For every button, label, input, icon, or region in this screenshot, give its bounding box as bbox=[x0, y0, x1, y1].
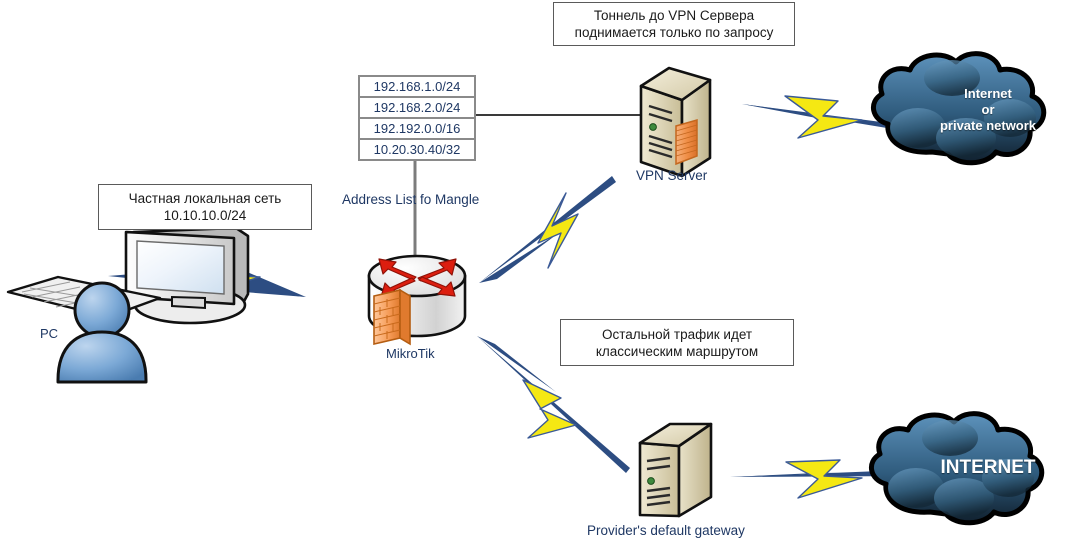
address-list-row: 192.168.1.0/24 bbox=[360, 77, 474, 98]
note-rest-line-1: Остальной трафик идет bbox=[601, 326, 753, 342]
cloud-top-line-2: or bbox=[981, 102, 995, 117]
note-private-lan: Частная локальная сеть 10.10.10.0/24 bbox=[98, 184, 312, 230]
note-rest-line-2: классическим маршрутом bbox=[595, 343, 759, 359]
pc-label: PC bbox=[40, 326, 59, 341]
vpn-server-label: VPN Server bbox=[636, 168, 708, 183]
cloud-bottom-caption: INTERNET bbox=[913, 457, 1063, 478]
mikrotik-router-icon bbox=[367, 254, 467, 346]
cloud-top-caption: Internet or private network bbox=[913, 86, 1063, 134]
note-lan-line-2: 10.10.10.0/24 bbox=[163, 208, 247, 223]
note-vpn-line-1: Тоннель до VPN Сервера bbox=[593, 8, 755, 23]
address-list-row: 10.20.30.40/32 bbox=[373, 142, 461, 157]
provider-gateway-label: Provider's default gateway bbox=[587, 523, 745, 538]
note-lan-line-1: Частная локальная сеть bbox=[128, 191, 282, 206]
address-list-label: Address List fo Mangle bbox=[342, 192, 480, 207]
address-list-row: 192.168.2.0/24 bbox=[360, 98, 474, 119]
address-list-table: 192.168.1.0/24 192.168.2.0/24 192.192.0.… bbox=[358, 75, 476, 161]
cloud-top-line-1: Internet bbox=[964, 86, 1012, 101]
vpn-server-icon bbox=[639, 66, 712, 178]
link-router-to-vpnserver bbox=[479, 176, 616, 283]
cloud-top-line-3: private network bbox=[939, 118, 1037, 133]
address-list-row: 192.192.0.0/16 bbox=[360, 119, 474, 140]
provider-gateway-server-icon bbox=[638, 422, 713, 518]
note-vpn-line-2: поднимается только по запросу bbox=[574, 25, 774, 40]
cloud-bottom-line-1: INTERNET bbox=[940, 457, 1036, 478]
note-vpn-tunnel: Тоннель до VPN Сервера поднимается тольк… bbox=[553, 2, 795, 46]
note-default-route-traffic: Остальной трафик идет классическим маршр… bbox=[560, 319, 794, 366]
network-diagram-canvas: Тоннель до VPN Сервера поднимается тольк… bbox=[0, 0, 1070, 552]
router-label: MikroTik bbox=[386, 346, 435, 361]
diagram-graphics-layer bbox=[6, 51, 1047, 526]
